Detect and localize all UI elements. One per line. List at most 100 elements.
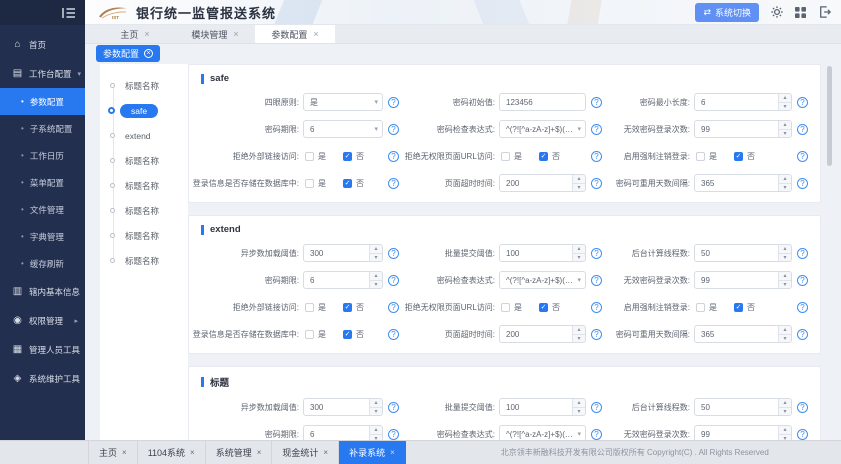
help-icon[interactable]: ? (797, 402, 808, 413)
help-icon[interactable]: ? (388, 151, 399, 162)
help-icon[interactable]: ? (797, 124, 808, 135)
timeline-item-5[interactable]: 标题名称 (100, 198, 188, 223)
checkbox-no[interactable]: ✓否 (343, 302, 364, 313)
workspace-tab-2[interactable]: 参数配置× (255, 25, 335, 43)
timeline-item-0[interactable]: 标题名称 (100, 73, 188, 98)
bottom-tab-0[interactable]: 主页× (88, 441, 138, 464)
help-icon[interactable]: ? (388, 329, 399, 340)
help-icon[interactable]: ? (591, 97, 602, 108)
help-icon[interactable]: ? (591, 302, 602, 313)
text-input[interactable]: 123456 (499, 93, 586, 111)
select-control[interactable]: 6▾ (303, 120, 383, 138)
checkbox-yes[interactable]: 是 (305, 329, 326, 340)
bottom-tab-3[interactable]: 现金统计× (272, 441, 339, 464)
close-icon[interactable]: × (144, 49, 153, 58)
select-control[interactable]: ^(?![^a-zA-z]+$)(?!\D+$)[0-9A-Z-Z..▾ (499, 425, 586, 440)
checkbox-yes[interactable]: 是 (305, 178, 326, 189)
content-scrollbar[interactable] (827, 66, 832, 438)
help-icon[interactable]: ? (591, 329, 602, 340)
help-icon[interactable]: ? (591, 429, 602, 440)
checkbox-yes[interactable]: 是 (696, 302, 717, 313)
stepper-arrows[interactable]: ▴▾ (778, 245, 791, 261)
sidebar-item-3[interactable]: •子系统配置 (0, 115, 85, 142)
select-control[interactable]: ^(?![^a-zA-z]+$)(?!\D+$)[0-9A-Z-Z..▾ (499, 120, 586, 138)
close-tab-icon[interactable]: × (257, 448, 262, 457)
collapse-menu-icon[interactable] (62, 7, 76, 19)
help-icon[interactable]: ? (388, 429, 399, 440)
bottom-tab-2[interactable]: 系统管理× (206, 441, 273, 464)
apps-grid-icon[interactable] (794, 6, 807, 19)
stepper-arrows[interactable]: ▴▾ (572, 326, 585, 342)
help-icon[interactable]: ? (591, 275, 602, 286)
timeline-item-4[interactable]: 标题名称 (100, 173, 188, 198)
number-stepper[interactable]: 100▴▾ (499, 398, 586, 416)
stepper-arrows[interactable]: ▴▾ (778, 175, 791, 191)
sidebar-item-11[interactable]: ▦管理人员工具▸ (0, 335, 85, 364)
sidebar-item-2[interactable]: •参数配置 (0, 88, 85, 115)
stepper-arrows[interactable]: ▴▾ (369, 399, 382, 415)
checkbox-yes[interactable]: 是 (305, 151, 326, 162)
close-tab-icon[interactable]: × (313, 29, 318, 39)
close-tab-icon[interactable]: × (144, 29, 149, 39)
checkbox-yes[interactable]: 是 (696, 151, 717, 162)
help-icon[interactable]: ? (388, 124, 399, 135)
number-stepper[interactable]: 6▴▾ (694, 93, 792, 111)
help-icon[interactable]: ? (797, 248, 808, 259)
number-stepper[interactable]: 300▴▾ (303, 398, 383, 416)
checkbox-yes[interactable]: 是 (501, 151, 522, 162)
checkbox-no[interactable]: ✓否 (539, 151, 560, 162)
stepper-arrows[interactable]: ▴▾ (369, 426, 382, 440)
number-stepper[interactable]: 99▴▾ (694, 120, 792, 138)
help-icon[interactable]: ? (797, 151, 808, 162)
system-switch-button[interactable]: ⇄ 系统切换 (695, 3, 759, 22)
select-control[interactable]: ^(?![^a-zA-z]+$)(?!\D+$)[0-9A-Z-Z..▾ (499, 271, 586, 289)
stepper-arrows[interactable]: ▴▾ (778, 121, 791, 137)
number-stepper[interactable]: 50▴▾ (694, 244, 792, 262)
sidebar-item-4[interactable]: •工作日历 (0, 142, 85, 169)
sidebar-item-7[interactable]: •字典管理 (0, 223, 85, 250)
help-icon[interactable]: ? (388, 97, 399, 108)
help-icon[interactable]: ? (591, 248, 602, 259)
help-icon[interactable]: ? (591, 402, 602, 413)
logout-icon[interactable] (818, 6, 831, 19)
help-icon[interactable]: ? (797, 275, 808, 286)
stepper-arrows[interactable]: ▴▾ (572, 245, 585, 261)
number-stepper[interactable]: 6▴▾ (303, 425, 383, 440)
scrollbar-thumb[interactable] (827, 66, 832, 166)
number-stepper[interactable]: 6▴▾ (303, 271, 383, 289)
sidebar-item-9[interactable]: ▥辖内基本信息▸ (0, 277, 85, 306)
sidebar-item-10[interactable]: ◉权限管理▸ (0, 306, 85, 335)
timeline-item-3[interactable]: 标题名称 (100, 148, 188, 173)
stepper-arrows[interactable]: ▴▾ (778, 399, 791, 415)
help-icon[interactable]: ? (591, 151, 602, 162)
checkbox-no[interactable]: ✓否 (539, 302, 560, 313)
settings-icon[interactable] (770, 6, 783, 19)
stepper-arrows[interactable]: ▴▾ (369, 272, 382, 288)
number-stepper[interactable]: 100▴▾ (499, 244, 586, 262)
number-stepper[interactable]: 99▴▾ (694, 271, 792, 289)
help-icon[interactable]: ? (388, 402, 399, 413)
timeline-item-1[interactable]: safe (100, 98, 188, 123)
close-tab-icon[interactable]: × (122, 448, 127, 457)
help-icon[interactable]: ? (797, 329, 808, 340)
help-icon[interactable]: ? (388, 275, 399, 286)
timeline-item-7[interactable]: 标题名称 (100, 248, 188, 273)
bottom-tab-1[interactable]: 1104系统× (138, 441, 206, 464)
workspace-tab-0[interactable]: 主页× (95, 25, 175, 43)
close-tab-icon[interactable]: × (323, 448, 328, 457)
sidebar-item-5[interactable]: •菜单配置 (0, 169, 85, 196)
sidebar-item-1[interactable]: ▤工作台配置▾ (0, 59, 85, 88)
help-icon[interactable]: ? (797, 302, 808, 313)
stepper-arrows[interactable]: ▴▾ (778, 94, 791, 110)
select-control[interactable]: 是▾ (303, 93, 383, 111)
checkbox-yes[interactable]: 是 (305, 302, 326, 313)
sidebar-item-6[interactable]: •文件管理 (0, 196, 85, 223)
timeline-item-6[interactable]: 标题名称 (100, 223, 188, 248)
checkbox-no[interactable]: ✓否 (343, 178, 364, 189)
breadcrumb-tag[interactable]: 参数配置 × (96, 45, 160, 62)
number-stepper[interactable]: 50▴▾ (694, 398, 792, 416)
help-icon[interactable]: ? (591, 178, 602, 189)
workspace-tab-1[interactable]: 模块管理× (175, 25, 255, 43)
help-icon[interactable]: ? (797, 178, 808, 189)
sidebar-item-0[interactable]: ⌂首页 (0, 30, 85, 59)
